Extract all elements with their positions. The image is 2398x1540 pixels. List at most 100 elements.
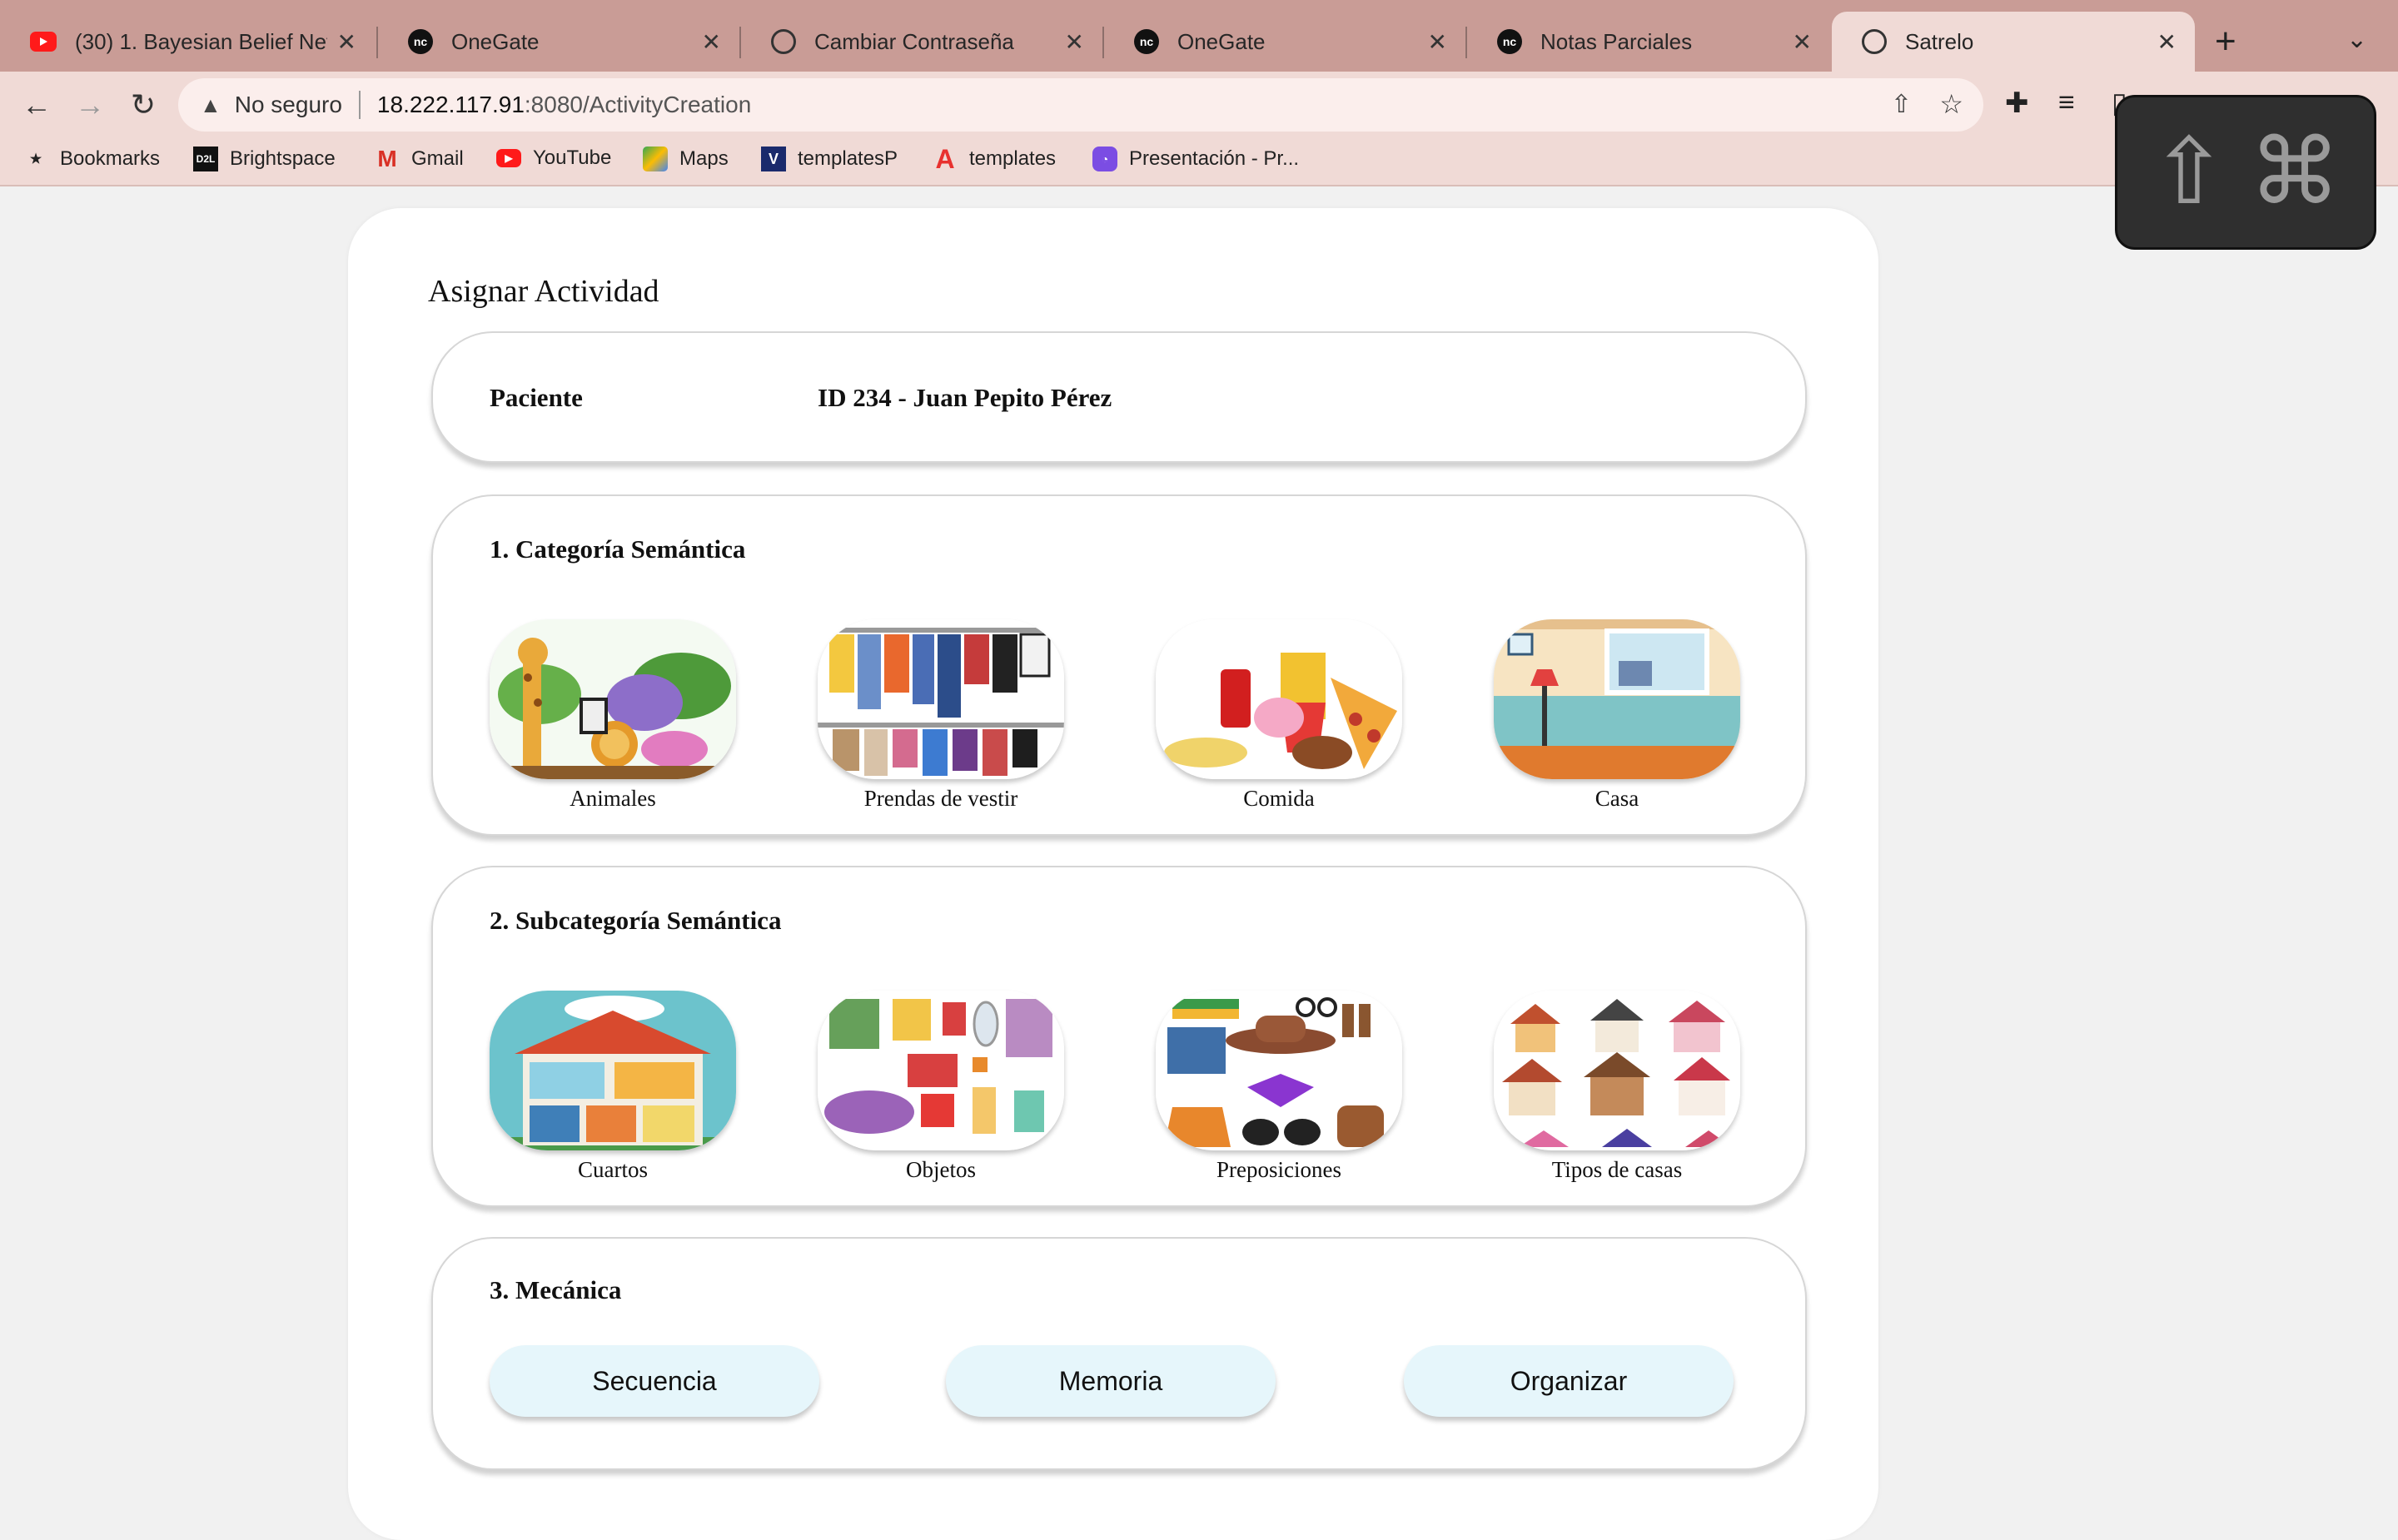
bookmark-item[interactable]: ▶ YouTube	[496, 147, 611, 170]
clothing-image[interactable]	[818, 619, 1064, 779]
bookmark-item[interactable]: ★ Bookmarks	[23, 147, 160, 171]
youtube-icon: ▶	[496, 149, 521, 167]
share-icon[interactable]: ⇧	[1891, 90, 1912, 119]
tab-title: (30) 1. Bayesian Belief Netw	[75, 28, 327, 54]
bookmark-label: templates	[969, 147, 1057, 170]
bookmark-star-icon[interactable]: ☆	[1939, 88, 1963, 120]
tab-title: Satrelo	[1905, 28, 1974, 54]
mechanic-panel: 3. Mecánica Secuencia Memoria Organizar	[431, 1237, 1807, 1470]
food-image[interactable]	[1156, 619, 1402, 779]
rooms-image[interactable]	[490, 991, 736, 1150]
url-path: :8080/ActivityCreation	[524, 92, 752, 117]
tab-satrelo[interactable]: Satrelo ✕	[1832, 12, 2195, 72]
animals-image[interactable]	[490, 619, 736, 779]
close-icon[interactable]: ✕	[1065, 28, 1084, 56]
sequence-button[interactable]: Secuencia	[490, 1345, 819, 1417]
close-icon[interactable]: ✕	[2157, 28, 2177, 56]
tab-search-chevron-icon[interactable]: ⌄	[2346, 25, 2367, 54]
bookmark-item[interactable]: M Gmail	[375, 146, 464, 171]
option-label: Objetos	[906, 1157, 976, 1182]
close-icon[interactable]: ✕	[702, 28, 721, 56]
category-option-prendas[interactable]: Prendas de vestir	[818, 619, 1064, 812]
category-option-comida[interactable]: Comida	[1156, 619, 1402, 812]
bookmarks-bar: ★ Bookmarks D2L Brightspace M Gmail ▶ Yo…	[0, 138, 2398, 186]
tab-title: OneGate	[451, 28, 540, 54]
tab-onegate[interactable]: nc OneGate ✕	[378, 12, 739, 72]
d2l-icon: D2L	[193, 147, 218, 171]
option-label: Cuartos	[578, 1157, 648, 1182]
subcategory-option-objetos[interactable]: Objetos	[818, 991, 1064, 1183]
onegate-icon: nc	[1497, 29, 1522, 54]
house-image[interactable]	[1494, 619, 1740, 779]
close-icon[interactable]: ✕	[1793, 28, 1812, 56]
close-icon[interactable]: ✕	[1428, 28, 1447, 56]
tab-title: OneGate	[1177, 28, 1266, 54]
option-label: Preposiciones	[1216, 1157, 1341, 1182]
maps-icon	[643, 147, 668, 171]
objects-image[interactable]	[818, 991, 1064, 1150]
reload-button[interactable]: ↻	[125, 87, 162, 123]
bookmark-item[interactable]: A templates	[933, 144, 1057, 174]
youtube-icon	[30, 32, 57, 52]
new-tab-button[interactable]: +	[2215, 18, 2236, 65]
tab-cambiar-contrasena[interactable]: Cambiar Contraseña ✕	[741, 12, 1102, 72]
tab-title: Notas Parciales	[1540, 28, 1693, 54]
tab-notas-parciales[interactable]: nc Notas Parciales ✕	[1467, 12, 1830, 72]
templates-icon: V	[761, 147, 786, 171]
onegate-icon: nc	[1134, 29, 1159, 54]
section-title: 1. Categoría Semántica	[490, 534, 746, 564]
close-icon[interactable]: ✕	[337, 28, 356, 56]
patient-value: ID 234 - Juan Pepito Pérez	[818, 383, 1112, 412]
page-title: Asignar Actividad	[428, 274, 659, 309]
section-title: 3. Mecánica	[490, 1275, 622, 1304]
tab-youtube[interactable]: (30) 1. Bayesian Belief Netw ✕	[0, 12, 375, 72]
subcategory-option-cuartos[interactable]: Cuartos	[490, 991, 736, 1183]
option-label: Tipos de casas	[1551, 1157, 1683, 1182]
option-label: Casa	[1595, 786, 1639, 811]
prepositions-image[interactable]	[1156, 991, 1402, 1150]
subcategory-option-preposiciones[interactable]: Preposiciones	[1156, 991, 1402, 1183]
tab-onegate-2[interactable]: nc OneGate ✕	[1104, 12, 1465, 72]
extensions-puzzle-icon[interactable]: ✚	[2005, 87, 2029, 120]
bookmark-item[interactable]: V templatesP	[761, 147, 898, 171]
semantic-category-panel: 1. Categoría Semántica Animales Prendas …	[431, 494, 1807, 836]
command-key-icon: ⌘	[2249, 121, 2341, 223]
memory-button[interactable]: Memoria	[946, 1345, 1276, 1417]
reading-list-icon[interactable]: ≡	[2058, 87, 2075, 119]
category-option-casa[interactable]: Casa	[1494, 619, 1740, 812]
semantic-subcategory-panel: 2. Subcategoría Semántica Cuartos Objeto…	[431, 866, 1807, 1207]
bookmark-item[interactable]: ◔ Presentación - Pr...	[1092, 147, 1299, 171]
organize-button[interactable]: Organizar	[1404, 1345, 1734, 1417]
globe-icon	[771, 29, 796, 54]
shift-key-icon: ⇧	[2150, 121, 2228, 223]
section-title: 2. Subcategoría Semántica	[490, 906, 782, 935]
patient-label: Paciente	[490, 383, 583, 412]
bookmark-label: Gmail	[411, 147, 464, 170]
option-label: Animales	[570, 786, 656, 811]
star-icon: ★	[29, 152, 42, 166]
bookmark-label: templatesP	[798, 147, 898, 170]
tab-strip: (30) 1. Bayesian Belief Netw ✕ nc OneGat…	[0, 0, 2398, 72]
back-button[interactable]: ←	[18, 87, 55, 123]
category-option-animales[interactable]: Animales	[490, 619, 736, 812]
bookmark-label: YouTube	[533, 147, 612, 169]
bookmark-label: Presentación - Pr...	[1129, 147, 1300, 170]
bookmark-item[interactable]: D2L Brightspace	[193, 147, 336, 171]
bookmark-item[interactable]: Maps	[643, 147, 729, 171]
slides-icon: ◔	[1092, 147, 1117, 171]
warning-icon: ▲	[200, 92, 221, 117]
subcategory-option-tipos-casas[interactable]: Tipos de casas	[1494, 991, 1740, 1183]
forward-button[interactable]: →	[72, 87, 108, 123]
globe-icon	[1862, 29, 1887, 54]
bookmark-label: Maps	[679, 147, 729, 170]
browser-toolbar: ← → ↻ ▲ No seguro 18.222.117.91 :8080/Ac…	[0, 72, 2398, 138]
address-bar[interactable]: ▲ No seguro 18.222.117.91 :8080/Activity…	[178, 78, 1983, 132]
tab-title: Cambiar Contraseña	[814, 28, 1014, 54]
bookmark-label: Bookmarks	[60, 147, 161, 170]
patient-panel: Paciente ID 234 - Juan Pepito Pérez	[431, 331, 1807, 463]
option-label: Prendas de vestir	[863, 786, 1018, 811]
keyboard-shortcut-overlay: ⇧ ⌘	[2115, 95, 2376, 250]
security-status[interactable]: No seguro	[235, 92, 342, 118]
house-types-image[interactable]	[1494, 991, 1740, 1150]
url-host: 18.222.117.91	[376, 92, 525, 117]
